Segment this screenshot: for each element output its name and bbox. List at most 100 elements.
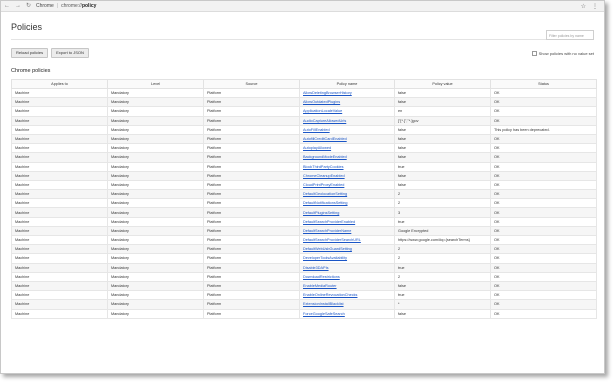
cell-level: Mandatory <box>107 189 204 200</box>
show-unset-toggle[interactable]: Show policies with no value set <box>531 50 594 56</box>
cell-policy-name[interactable]: Disable3DAPIs <box>299 262 395 273</box>
cell-policy-name[interactable]: ForceGoogleSafeSearch <box>299 308 395 319</box>
cell-policy-name[interactable]: DefaultSearchProviderName <box>299 225 395 237</box>
cell-applies-to: Machine <box>11 133 108 145</box>
cell-level: Mandatory <box>107 115 204 126</box>
table-row: Machine Mandatory Platform AllowDeletingBro… <box>11 87 597 99</box>
cell-level: Mandatory <box>107 299 204 310</box>
cell-policy-name[interactable]: DefaultPluginsSetting <box>299 207 395 218</box>
cell-status: OK <box>490 170 597 181</box>
cell-status: OK <box>490 234 597 246</box>
cell-status: OK <box>490 244 597 255</box>
cell-policy-name[interactable]: AutofillCreditCardEnabled <box>299 133 395 145</box>
cell-policy-name[interactable]: ApplicationLocaleValue <box>299 106 395 117</box>
cell-status: OK <box>490 152 597 163</box>
cell-applies-to: Machine <box>11 170 108 181</box>
cell-policy-value: 2 <box>394 244 491 255</box>
cell-source: Platform <box>203 234 300 246</box>
cell-applies-to: Machine <box>11 216 108 227</box>
show-unset-checkbox[interactable] <box>531 50 537 56</box>
cell-policy-name[interactable]: EnableMediaRouter <box>299 280 395 292</box>
table-row: Machine Mandatory Platform DefaultWebUsbGua… <box>11 244 597 255</box>
cell-applies-to: Machine <box>11 87 108 99</box>
cell-policy-value: en <box>394 106 491 117</box>
cell-policy-name[interactable]: AudioCaptureAllowedUrls <box>299 115 395 126</box>
nav-buttons: ← → ↻ <box>4 3 36 9</box>
table-row: Machine Mandatory Platform CloudPrintProxyE… <box>11 179 597 191</box>
cell-status: OK <box>490 308 597 319</box>
cell-policy-value: false <box>394 124 491 135</box>
cell-policy-name[interactable]: ChromeCleanupEnabled <box>299 170 395 181</box>
cell-policy-name[interactable]: ExtensionInstallBlacklist <box>299 299 395 310</box>
browser-toolbar: ← → ↻ Chrome | chrome://policy ☆ ⋮ <box>1 1 604 12</box>
cell-policy-name[interactable]: BackgroundModeEnabled <box>299 152 395 163</box>
cell-policy-name[interactable]: DeveloperToolsAvailability <box>299 253 395 264</box>
export-json-button[interactable]: Export to JSON <box>51 48 89 58</box>
cell-status: OK <box>490 225 597 237</box>
cell-status: OK <box>490 299 597 310</box>
filter-policies-input[interactable]: Filter policies by name <box>546 30 594 40</box>
cell-applies-to: Machine <box>11 189 108 200</box>
cell-policy-name[interactable]: DefaultNotificationsSetting <box>299 198 395 209</box>
table-row: Machine Mandatory Platform BlockThirdPartyC… <box>11 161 597 172</box>
back-icon[interactable]: ← <box>4 3 10 9</box>
cell-policy-name[interactable]: BlockThirdPartyCookies <box>299 161 395 172</box>
cell-policy-name[interactable]: DownloadRestrictions <box>299 271 395 282</box>
cell-policy-name[interactable]: DefaultGeolocationSetting <box>299 189 395 200</box>
cell-source: Platform <box>203 106 300 117</box>
menu-dots-icon[interactable]: ⋮ <box>592 3 598 10</box>
policy-page: Policies Filter policies by name Reload … <box>1 22 604 319</box>
cell-applies-to: Machine <box>11 106 108 117</box>
reload-policies-button[interactable]: Reload policies <box>11 48 49 58</box>
address-bar[interactable]: Chrome | chrome://policy <box>36 3 96 9</box>
browser-window: ← → ↻ Chrome | chrome://policy ☆ ⋮ Polic… <box>0 0 605 374</box>
table-row: Machine Mandatory Platform EnableOnlineRevo… <box>11 290 597 301</box>
url-prefix: chrome:// <box>61 3 82 9</box>
column-header-status: Status <box>490 79 597 89</box>
table-row: Machine Mandatory Platform EnableMediaRoute… <box>11 280 597 292</box>
cell-level: Mandatory <box>107 124 204 135</box>
table-row: Machine Mandatory Platform ForceGoogleSafeS… <box>11 308 597 319</box>
cell-status: OK <box>490 115 597 126</box>
cell-policy-name[interactable]: AllowOutdatedPlugins <box>299 97 395 108</box>
cell-status: OK <box>490 198 597 209</box>
cell-policy-name[interactable]: DefaultWebUsbGuardSetting <box>299 244 395 255</box>
cell-source: Platform <box>203 124 300 135</box>
cell-policy-name[interactable]: DefaultSearchProviderEnabled <box>299 216 395 227</box>
table-row: Machine Mandatory Platform DownloadRestrict… <box>11 271 597 282</box>
cell-policy-value: false <box>394 280 491 292</box>
cell-policy-name[interactable]: CloudPrintProxyEnabled <box>299 179 395 191</box>
toolbar-right: ☆ ⋮ <box>581 3 604 10</box>
cell-policy-value: Google Encrypted <box>394 225 491 237</box>
bookmark-star-icon[interactable]: ☆ <box>581 3 586 10</box>
address-separator: | <box>56 3 59 9</box>
cell-level: Mandatory <box>107 271 204 282</box>
cell-status: OK <box>490 207 597 218</box>
cell-level: Mandatory <box>107 170 204 181</box>
cell-policy-name[interactable]: DefaultSearchProviderSearchURL <box>299 234 395 246</box>
cell-policy-value: false <box>394 179 491 191</box>
column-header-applies-to: Applies to <box>11 79 108 89</box>
cell-source: Platform <box>203 97 300 108</box>
cell-level: Mandatory <box>107 198 204 209</box>
table-row: Machine Mandatory Platform AllowOutdatedPlu… <box>11 97 597 108</box>
cell-source: Platform <box>203 179 300 191</box>
cell-source: Platform <box>203 198 300 209</box>
reload-icon[interactable]: ↻ <box>26 3 31 9</box>
cell-policy-name[interactable]: AutoplayAllowed <box>299 143 395 154</box>
cell-source: Platform <box>203 244 300 255</box>
url-path: policy <box>81 3 97 9</box>
cell-applies-to: Machine <box>11 179 108 191</box>
cell-policy-name[interactable]: AutoFillEnabled <box>299 124 395 135</box>
table-row: Machine Mandatory Platform AutoFillEnabled f… <box>11 124 597 135</box>
cell-policy-name[interactable]: AllowDeletingBrowserHistory <box>299 87 395 99</box>
cell-status: This policy has been deprecated. <box>490 124 597 135</box>
table-row: Machine Mandatory Platform DefaultNotificat… <box>11 198 597 209</box>
cell-applies-to: Machine <box>11 299 108 310</box>
title-divider <box>11 39 594 40</box>
cell-policy-name[interactable]: EnableOnlineRevocationChecks <box>299 290 395 301</box>
table-row: Machine Mandatory Platform DefaultPluginsSe… <box>11 207 597 218</box>
forward-icon[interactable]: → <box>15 3 21 9</box>
cell-status: OK <box>490 87 597 99</box>
cell-policy-value: * <box>394 299 491 310</box>
